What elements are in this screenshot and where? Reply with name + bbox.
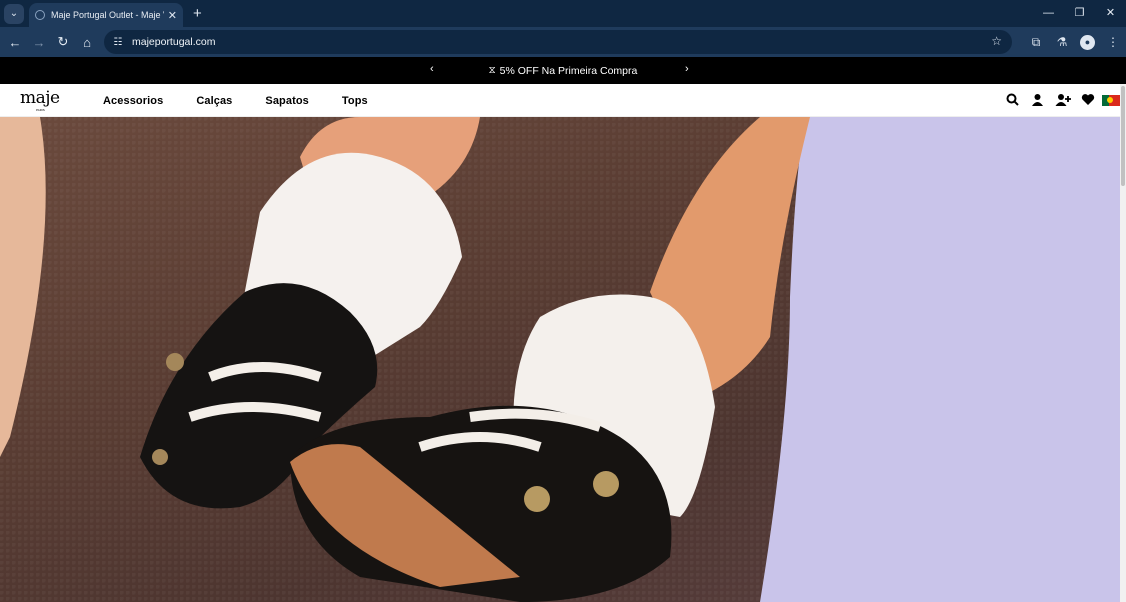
promo-text[interactable]: 5% OFF Na Primeira Compra bbox=[500, 65, 638, 77]
promo-tag-icon: ⧖ bbox=[488, 65, 496, 76]
search-icon[interactable] bbox=[1000, 93, 1025, 109]
site-info-icon[interactable]: ☷ bbox=[110, 37, 126, 48]
wishlist-heart-icon[interactable] bbox=[1075, 93, 1100, 109]
extensions-icon[interactable]: ⧉ bbox=[1023, 35, 1049, 50]
promo-prev-icon[interactable]: ‹ bbox=[430, 63, 434, 75]
hero-image[interactable] bbox=[0, 117, 1120, 602]
register-icon[interactable] bbox=[1050, 93, 1075, 109]
labs-icon[interactable]: ⚗ bbox=[1049, 35, 1075, 49]
bookmark-star-icon[interactable]: ☆ bbox=[991, 34, 1002, 48]
browser-tab[interactable]: Maje Portugal Outlet - Maje Ve ✕ bbox=[29, 3, 183, 27]
menu-item-tops[interactable]: Tops bbox=[342, 95, 368, 107]
browser-tabstrip: ⌄ Maje Portugal Outlet - Maje Ve ✕ + — ❐… bbox=[0, 0, 1126, 27]
tab-search-icon[interactable]: ⌄ bbox=[4, 3, 24, 24]
restore-icon[interactable]: ❐ bbox=[1064, 0, 1095, 27]
account-icon[interactable] bbox=[1025, 93, 1050, 109]
browser-menu-icon[interactable]: ⋮ bbox=[1100, 35, 1126, 49]
scrollbar-thumb[interactable] bbox=[1121, 86, 1125, 186]
page-scrollbar[interactable] bbox=[1120, 84, 1126, 602]
toolbar-actions: ⧉ ⚗ ● ⋮ bbox=[1023, 27, 1126, 57]
back-icon[interactable]: ← bbox=[3, 35, 27, 50]
tab-favicon-icon bbox=[35, 10, 45, 20]
window-controls: — ❐ ✕ bbox=[1033, 0, 1126, 27]
main-menu: Acessorios Calças Sapatos Tops bbox=[103, 84, 401, 117]
hero-illustration bbox=[0, 117, 1120, 602]
promo-banner: ‹ ⧖ 5% OFF Na Primeira Compra › bbox=[0, 57, 1126, 84]
minimize-icon[interactable]: — bbox=[1033, 0, 1064, 27]
home-icon[interactable]: ⌂ bbox=[75, 35, 99, 50]
site-logo-sub: PARIS bbox=[36, 108, 45, 112]
menu-item-calcas[interactable]: Calças bbox=[196, 95, 232, 107]
close-window-icon[interactable]: ✕ bbox=[1095, 0, 1126, 27]
profile-avatar-icon[interactable]: ● bbox=[1080, 34, 1095, 50]
new-tab-icon[interactable]: + bbox=[193, 5, 202, 22]
site-header: maje PARIS Acessorios Calças Sapatos Top… bbox=[0, 84, 1126, 117]
portugal-flag-icon[interactable] bbox=[1102, 95, 1120, 106]
menu-item-sapatos[interactable]: Sapatos bbox=[265, 95, 309, 107]
tab-close-icon[interactable]: ✕ bbox=[168, 9, 177, 22]
url-text[interactable]: majeportugal.com bbox=[132, 36, 215, 48]
reload-icon[interactable]: ↻ bbox=[51, 34, 75, 50]
browser-toolbar: ← → ↻ ⌂ ☷ majeportugal.com ☆ ⧉ ⚗ ● ⋮ bbox=[0, 27, 1126, 57]
forward-icon[interactable]: → bbox=[27, 35, 51, 50]
menu-item-acessorios[interactable]: Acessorios bbox=[103, 95, 163, 107]
header-icons bbox=[1000, 84, 1120, 117]
address-bar[interactable]: ☷ majeportugal.com ☆ bbox=[104, 30, 1012, 54]
promo-next-icon[interactable]: › bbox=[685, 63, 689, 75]
tab-title: Maje Portugal Outlet - Maje Ve bbox=[51, 10, 164, 20]
site-logo[interactable]: maje bbox=[20, 88, 60, 108]
